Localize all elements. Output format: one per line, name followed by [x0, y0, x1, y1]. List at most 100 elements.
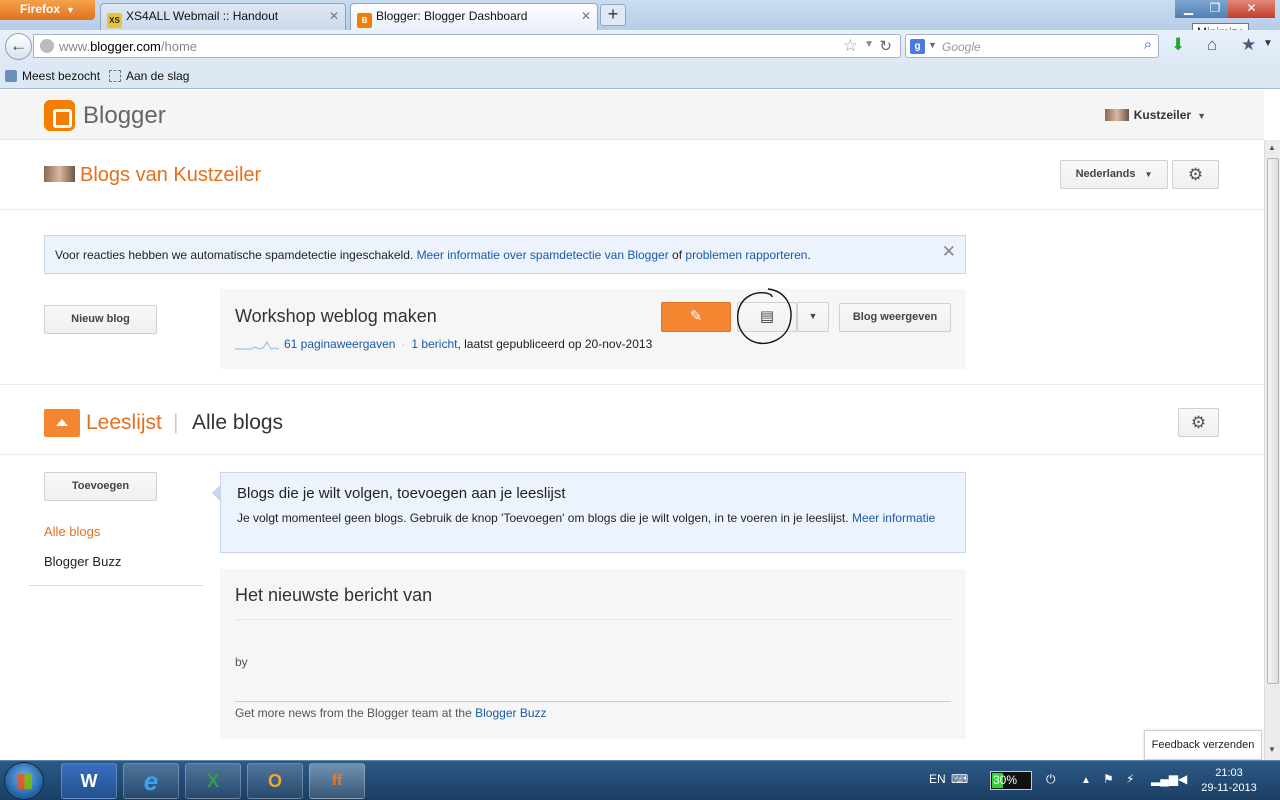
- notice-end: .: [807, 248, 811, 262]
- firefox-menu-button[interactable]: Firefox ▼: [0, 0, 95, 20]
- blog-actions-dropdown[interactable]: ▼: [797, 302, 829, 332]
- navigation-toolbar: ← www.blogger.com/home ☆ ▼ ↻ g ▼ Google …: [0, 30, 1280, 63]
- url-bar[interactable]: www.blogger.com/home ☆ ▼ ↻: [33, 34, 901, 58]
- blog-card: Workshop weblog maken 61 paginaweergaven…: [220, 288, 966, 369]
- globe-icon: [40, 39, 54, 53]
- keyboard-icon[interactable]: ⌨: [951, 772, 968, 786]
- taskbar-outlook[interactable]: O: [247, 763, 303, 799]
- download-icon[interactable]: ⬇: [1171, 35, 1185, 55]
- scroll-down-icon[interactable]: ▼: [1268, 745, 1276, 754]
- add-blog-button[interactable]: Toevoegen: [44, 472, 157, 501]
- close-icon[interactable]: ✕: [942, 242, 956, 262]
- show-hidden-icons[interactable]: ▲: [1081, 775, 1091, 786]
- reading-list-header: Leeslijst | Alle blogs ⚙: [0, 385, 1264, 455]
- clock-date: 29-11-2013: [1201, 782, 1257, 794]
- page-title-text: Blogs van Kustzeiler: [80, 164, 262, 186]
- blogs-title-row: Blogs van Kustzeiler Nederlands ▼ ⚙: [0, 140, 1264, 210]
- power-plug-icon[interactable]: ⏻: [1046, 772, 1056, 787]
- info-text: Je volgt momenteel geen blogs. Gebruik d…: [237, 509, 952, 527]
- page-scrollbar[interactable]: ▲ ▼: [1264, 140, 1280, 760]
- post-footer-text: Get more news from the Blogger team at t…: [235, 706, 472, 720]
- bookmark-label: Meest bezocht: [22, 69, 101, 83]
- scroll-up-icon[interactable]: ▲: [1268, 143, 1276, 152]
- bookmark-getting-started[interactable]: Aan de slag: [109, 69, 189, 83]
- collapse-reading-list-button[interactable]: [44, 409, 80, 437]
- close-window-button[interactable]: ✕: [1228, 0, 1275, 18]
- pencil-icon: ✎: [689, 308, 703, 325]
- close-tab-icon[interactable]: ✕: [329, 9, 339, 23]
- reading-list-settings-button[interactable]: ⚙: [1178, 408, 1219, 437]
- post-author: by: [235, 655, 248, 669]
- new-post-button[interactable]: ✎: [661, 302, 731, 332]
- stats-separator: ·: [401, 337, 406, 351]
- close-tab-icon[interactable]: ✕: [581, 9, 591, 23]
- post-footer: Get more news from the Blogger team at t…: [235, 706, 547, 720]
- blogger-favicon-icon: B: [357, 13, 372, 28]
- feedback-button[interactable]: Feedback verzenden: [1144, 730, 1262, 760]
- action-center-flag-icon[interactable]: ⚑: [1103, 772, 1114, 786]
- tab-label: XS4ALL Webmail :: Handout: [126, 9, 279, 23]
- power-icon[interactable]: ⚡: [1126, 772, 1134, 786]
- search-input[interactable]: g ▼ Google ⌕: [905, 34, 1159, 58]
- taskbar-excel[interactable]: X: [185, 763, 241, 799]
- blogger-header: Blogger Kustzeiler ▼: [0, 90, 1264, 140]
- tab-blogger[interactable]: B Blogger: Blogger Dashboard ✕: [350, 3, 598, 30]
- url-scheme: www.: [59, 39, 91, 54]
- sidebar-divider: [28, 585, 204, 586]
- home-icon[interactable]: ⌂: [1207, 35, 1217, 55]
- sidebar-item-all-blogs[interactable]: Alle blogs: [44, 524, 100, 539]
- more-info-link[interactable]: Meer informatie: [852, 511, 935, 525]
- report-problem-link[interactable]: problemen rapporteren: [685, 248, 807, 262]
- volume-icon[interactable]: ◀: [1178, 772, 1187, 786]
- tab-webmail[interactable]: XS XS4ALL Webmail :: Handout ✕: [100, 3, 346, 30]
- blogger-buzz-link[interactable]: Blogger Buzz: [475, 706, 546, 720]
- bookmark-most-visited[interactable]: Meest bezocht: [5, 69, 100, 83]
- bookmarks-toolbar: Meest bezocht Aan de slag: [0, 63, 1280, 89]
- url-path: /home: [160, 39, 198, 54]
- maximize-button[interactable]: ❐: [1202, 0, 1228, 18]
- pageviews-link[interactable]: 61 paginaweergaven: [284, 337, 395, 351]
- start-button[interactable]: [4, 762, 44, 800]
- account-menu[interactable]: Kustzeiler ▼: [1104, 108, 1206, 122]
- history-dropdown-icon[interactable]: ▼: [864, 39, 874, 50]
- info-title: Blogs die je wilt volgen, toevoegen aan …: [237, 485, 566, 502]
- info-body: Je volgt momenteel geen blogs. Gebruik d…: [237, 511, 849, 525]
- reload-icon[interactable]: ↻: [879, 37, 892, 55]
- bookmark-folder-icon: [5, 70, 17, 82]
- bookmarks-menu-icon[interactable]: ★: [1241, 35, 1256, 55]
- page-content: Blogger Kustzeiler ▼ Blogs van Kustzeiler…: [0, 90, 1264, 760]
- firefox-menu-label: Firefox: [20, 2, 61, 16]
- sidebar-item-blogger-buzz[interactable]: Blogger Buzz: [44, 554, 121, 569]
- posts-link[interactable]: 1 bericht: [411, 337, 457, 351]
- view-blog-button[interactable]: Blog weergeven: [839, 303, 951, 332]
- divider: [235, 701, 951, 702]
- chevron-down-icon[interactable]: ▼: [1263, 38, 1273, 49]
- back-button[interactable]: ←: [5, 33, 32, 60]
- xs4all-favicon-icon: XS: [107, 13, 122, 28]
- minimize-button[interactable]: ▁: [1175, 0, 1202, 18]
- network-signal-icon[interactable]: ▂▄▆: [1151, 772, 1178, 786]
- clock-time: 21:03: [1215, 767, 1243, 779]
- blogger-logo-text[interactable]: Blogger: [83, 102, 166, 130]
- spam-info-link[interactable]: Meer informatie over spamdetectie van Bl…: [417, 248, 669, 262]
- new-tab-button[interactable]: +: [600, 4, 626, 26]
- battery-meter[interactable]: 30%: [990, 771, 1032, 790]
- blog-name[interactable]: Workshop weblog maken: [235, 306, 437, 327]
- page-title: Blogs van Kustzeiler: [44, 164, 261, 187]
- taskbar-internet-explorer[interactable]: e: [123, 763, 179, 799]
- new-blog-button[interactable]: Nieuw blog: [44, 305, 157, 334]
- blogger-logo-icon[interactable]: [44, 100, 75, 131]
- chevron-down-icon[interactable]: ▼: [928, 40, 937, 50]
- bookmark-star-icon[interactable]: ☆: [843, 36, 858, 56]
- settings-button[interactable]: ⚙: [1172, 160, 1219, 189]
- chevron-down-icon: ▼: [1197, 111, 1206, 121]
- gear-icon: ⚙: [1190, 413, 1207, 432]
- search-icon[interactable]: ⌕: [1144, 36, 1152, 53]
- google-icon[interactable]: g: [910, 39, 925, 54]
- taskbar-word[interactable]: W: [61, 763, 117, 799]
- language-dropdown[interactable]: Nederlands ▼: [1060, 160, 1168, 189]
- system-clock[interactable]: 21:03 29-11-2013: [1196, 766, 1262, 796]
- scrollbar-thumb[interactable]: [1267, 158, 1279, 684]
- language-indicator[interactable]: EN: [929, 772, 946, 786]
- taskbar-firefox[interactable]: ff: [309, 763, 365, 799]
